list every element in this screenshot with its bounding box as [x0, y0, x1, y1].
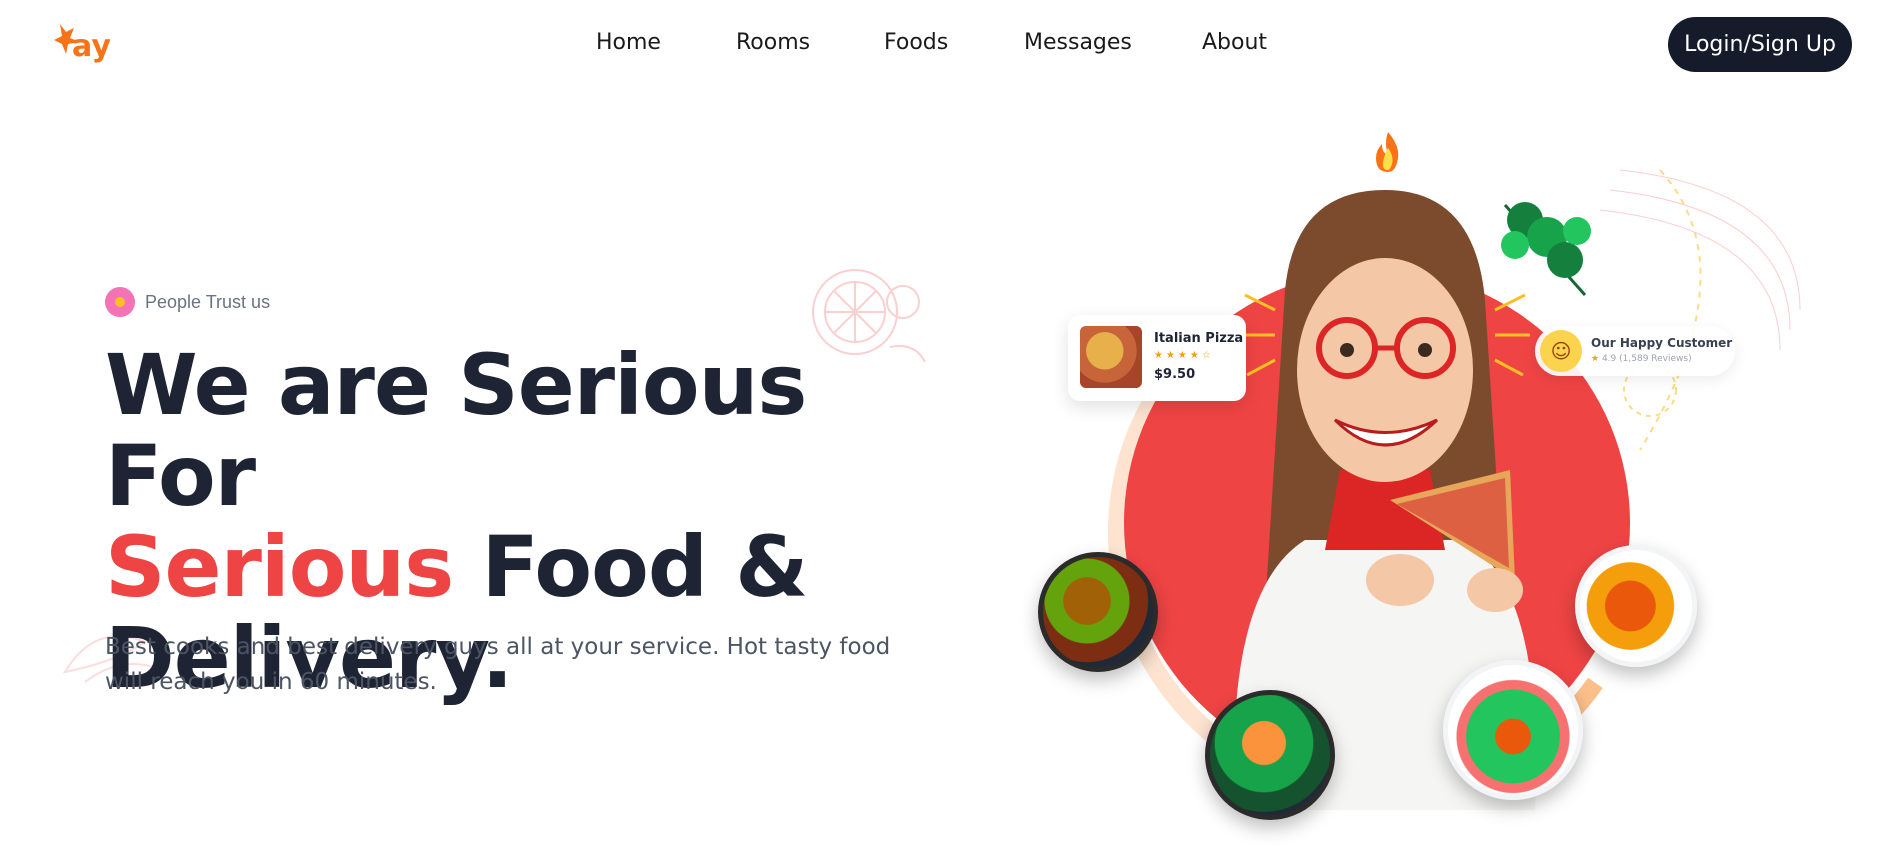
trust-badge-label: People Trust us: [145, 291, 271, 312]
trust-badge: People Trust us: [105, 287, 270, 317]
customer-rating-value: 4.9: [1601, 354, 1617, 364]
nav-link-messages[interactable]: Messages: [1024, 30, 1132, 55]
top-navbar: ay Home Rooms Foods Messages About Login…: [0, 0, 1880, 92]
login-signup-button[interactable]: Login/Sign Up: [1668, 17, 1852, 72]
food-plate-salad-bowl[interactable]: [1038, 552, 1158, 672]
swirl-lines-decoration: [1600, 169, 1801, 451]
happy-customer-card: ☺ Our Happy Customer ★ 4.9 (1,589 Review…: [1535, 326, 1735, 376]
svg-text:ay: ay: [72, 29, 111, 64]
heart-badge-icon: [105, 287, 135, 317]
hero-subtext: Best cooks and best delivery guys all at…: [105, 634, 891, 695]
hero-illustration: Italian Pizza ★★★★☆ $9.50 ☺ Our Happy Cu…: [1030, 130, 1850, 847]
italian-pizza-card[interactable]: Italian Pizza ★★★★☆ $9.50: [1068, 315, 1246, 401]
star-icon: ★: [1591, 354, 1600, 364]
headline-line-2: Food &: [453, 518, 808, 616]
brand-logo-icon: ay: [54, 24, 111, 64]
food-plate-grilled-chicken[interactable]: [1575, 545, 1697, 667]
cilantro-leaf-icon: [1501, 202, 1591, 296]
pizza-price: $9.50: [1154, 367, 1196, 382]
food-plate-salmon-greens[interactable]: [1205, 690, 1335, 820]
smile-face-icon: ☺: [1540, 330, 1582, 372]
brand-logo[interactable]: ay: [52, 18, 122, 68]
food-plate-salmon-salad[interactable]: [1443, 660, 1583, 800]
customer-card-title: Our Happy Customer: [1591, 336, 1733, 350]
nav-link-foods[interactable]: Foods: [884, 30, 948, 55]
nav-link-rooms[interactable]: Rooms: [736, 30, 810, 55]
headline-accent: Serious: [105, 518, 454, 616]
flame-icon: [1376, 132, 1399, 172]
pizza-rating-stars: ★★★★☆: [1154, 350, 1214, 361]
pizza-thumbnail: [1080, 326, 1142, 388]
pizza-card-title: Italian Pizza: [1154, 331, 1244, 346]
nav-link-home[interactable]: Home: [596, 30, 661, 55]
headline-line-1: We are Serious For: [105, 336, 807, 525]
customer-card-rating: ★ 4.9 (1,589 Reviews): [1591, 354, 1692, 364]
nav-link-about[interactable]: About: [1202, 30, 1267, 55]
customer-review-count: (1,589 Reviews): [1619, 354, 1692, 364]
